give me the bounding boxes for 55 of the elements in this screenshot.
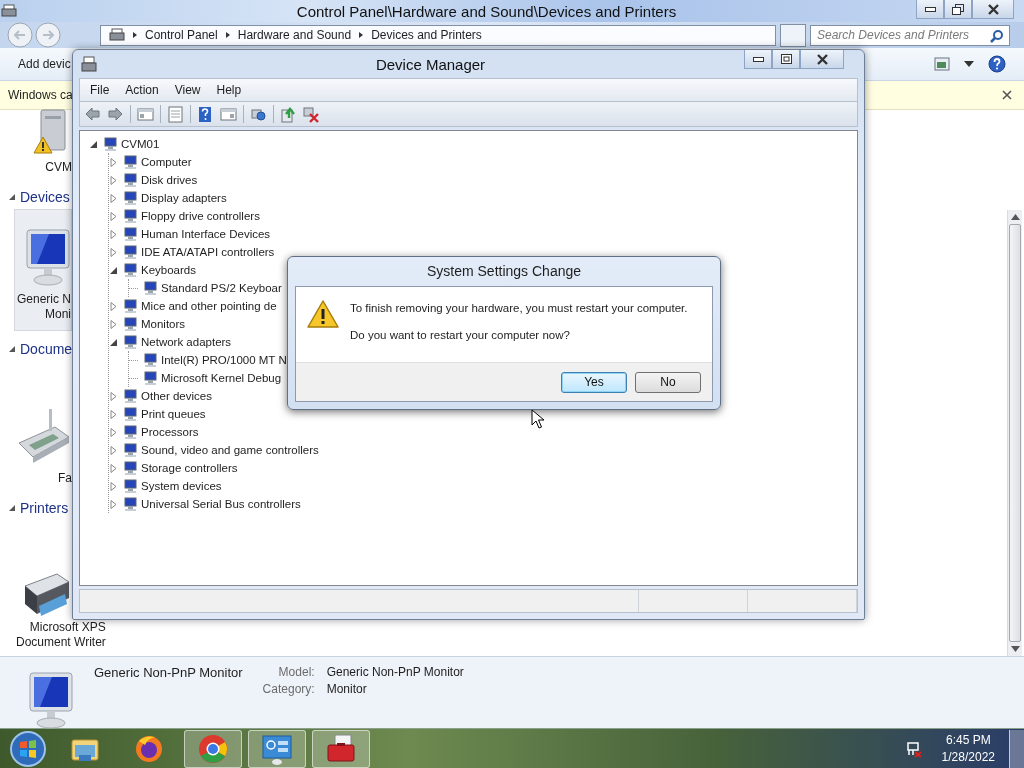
tree-item[interactable]: Universal Serial Bus controllers: [141, 498, 301, 510]
menu-item[interactable]: Action: [125, 83, 159, 97]
menu-item[interactable]: Help: [216, 83, 242, 97]
menu-item[interactable]: File: [90, 83, 110, 97]
tree-item[interactable]: Processors: [141, 426, 199, 438]
tree-item[interactable]: Floppy drive controllers: [141, 210, 260, 222]
tree-item[interactable]: Sound, video and game controllers: [141, 444, 319, 456]
menu-item[interactable]: View: [174, 83, 201, 97]
tree-item[interactable]: Intel(R) PRO/1000 MT N: [161, 354, 287, 366]
device-tile[interactable]: Generic N Moni: [14, 209, 72, 331]
tree-item[interactable]: IDE ATA/ATAPI controllers: [141, 246, 275, 258]
clock[interactable]: 6:45 PM 1/28/2022: [941, 731, 995, 766]
device-label: CVM: [44, 159, 72, 175]
tree-item[interactable]: Mice and other pointing de: [141, 300, 277, 312]
device-label: Generic N Moni: [15, 291, 71, 322]
device-label: Fa: [57, 470, 72, 486]
tree-item[interactable]: Keyboards: [141, 264, 196, 276]
tree-item[interactable]: Human Interface Devices: [141, 228, 271, 240]
add-device-button[interactable]: Add devic: [18, 57, 71, 71]
tree-item[interactable]: Display adapters: [141, 192, 227, 204]
device-label: Microsoft XPS Document Writer: [16, 619, 106, 650]
window-title: Control Panel\Hardware and Sound\Devices and Printers: [295, 2, 678, 20]
section-header[interactable]: Devices: [20, 189, 70, 205]
search-field[interactable]: Search Devices and Printers: [810, 24, 1010, 46]
message-text: Do you want to restart your computer now?: [350, 329, 571, 341]
window-title: Device Manager: [374, 55, 487, 73]
info-text: Windows ca: [8, 88, 73, 102]
breadcrumb-link[interactable]: Hardware and Sound: [237, 28, 352, 42]
tree-item[interactable]: Other devices: [141, 390, 212, 402]
section-header[interactable]: Docume: [20, 341, 73, 357]
dialog-button[interactable]: Yes: [561, 371, 627, 393]
dialog-title: System Settings Change: [425, 262, 583, 281]
breadcrumb-link[interactable]: Devices and Printers: [371, 28, 482, 42]
tree-item[interactable]: Computer: [141, 156, 192, 168]
field-label: Category:: [262, 682, 315, 696]
tree-item[interactable]: Storage controllers: [141, 462, 238, 474]
tree-item[interactable]: CVM01: [121, 138, 160, 150]
address-field[interactable]: Control Panel Hardware and Sound Devices and Printers: [100, 24, 776, 46]
tree-item[interactable]: Monitors: [141, 318, 186, 330]
tree-item[interactable]: Network adapters: [141, 336, 232, 348]
field-value: Monitor: [326, 682, 368, 696]
section-header[interactable]: Printers: [20, 500, 69, 516]
tree-item[interactable]: Disk drives: [141, 174, 198, 186]
clock-date: 1/28/2022: [941, 748, 995, 766]
breadcrumb-link[interactable]: Control Panel: [145, 28, 218, 42]
field-label: Model:: [277, 665, 315, 679]
dialog-button[interactable]: No: [635, 371, 701, 393]
field-value: Generic Non-PnP Monitor: [326, 665, 464, 679]
device-name: Generic Non-PnP Monitor: [94, 665, 243, 680]
message-text: To finish removing your hardware, you must restart your computer.: [350, 302, 688, 314]
tree-item[interactable]: Standard PS/2 Keyboar: [161, 282, 282, 294]
tree-item[interactable]: System devices: [141, 480, 222, 492]
tree-item[interactable]: Print queues: [141, 408, 206, 420]
tree-item[interactable]: Microsoft Kernel Debug: [161, 372, 282, 384]
clock-time: 6:45 PM: [944, 731, 992, 749]
